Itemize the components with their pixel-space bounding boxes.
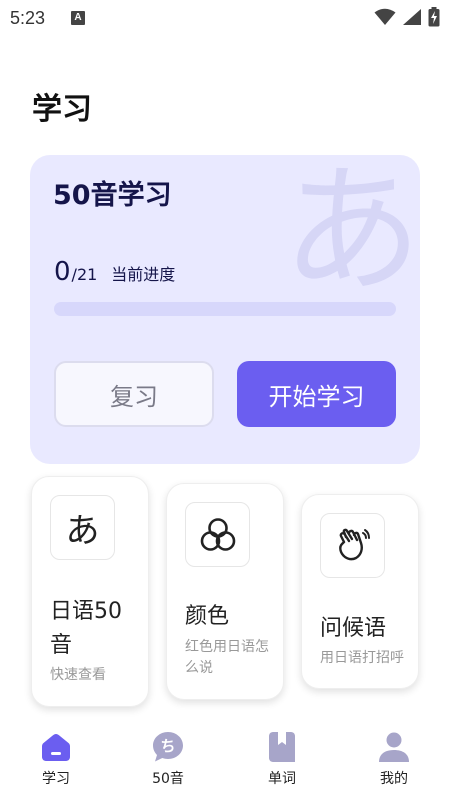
progress-total: /21 (71, 265, 98, 284)
kana-chi-glyph: ち (160, 737, 175, 755)
progress-current: 0 (54, 257, 71, 287)
feature-subtitle: 快速查看 (50, 667, 106, 683)
battery-icon (428, 7, 440, 27)
wifi-icon (374, 8, 396, 25)
kana-chi-icon: ち (151, 730, 185, 764)
feature-icon-box (320, 513, 385, 578)
progress-bar (54, 302, 396, 316)
feature-card-kana-chart[interactable]: あ 日语50音 快速查看 (31, 476, 149, 707)
feature-card-greetings[interactable]: 问候语 用日语打招呼 (301, 494, 419, 689)
feature-icon-box (185, 502, 250, 567)
nav-label: 学习 (42, 771, 70, 787)
review-button[interactable]: 复习 (54, 361, 214, 427)
status-bar: 5:23 A (0, 0, 450, 36)
status-notification-icon: A (71, 11, 85, 25)
hiragana-a-icon: あ (65, 511, 100, 551)
start-learning-button[interactable]: 开始学习 (237, 361, 396, 427)
bottom-navigation: 学习 ち 50音 单词 我的 (0, 722, 450, 800)
home-icon (39, 730, 73, 764)
feature-title: 日语50音 (50, 599, 122, 658)
page-title: 学习 (32, 92, 92, 127)
bookmark-book-icon (265, 730, 299, 764)
hiragana-watermark: あ (282, 155, 420, 313)
nav-item-study[interactable]: 学习 (16, 730, 96, 788)
feature-subtitle: 用日语打招呼 (320, 650, 404, 666)
waving-hand-icon (338, 528, 370, 560)
status-time: 5:23 (10, 8, 46, 28)
nav-label: 单词 (268, 771, 296, 787)
kana-study-card: あ 50音学习 0 /21 当前进度 复习 开始学习 (30, 155, 420, 464)
progress-label: 当前进度 (111, 265, 176, 284)
signal-icon (403, 9, 421, 25)
nav-item-kana[interactable]: ち 50音 (128, 730, 208, 788)
nav-item-profile[interactable]: 我的 (354, 730, 434, 788)
progress-text: 0 /21 当前进度 (54, 257, 175, 287)
nav-item-words[interactable]: 单词 (242, 730, 322, 788)
status-right (374, 6, 440, 28)
color-circles-icon (200, 517, 235, 551)
nav-label: 我的 (380, 771, 408, 787)
feature-subtitle: 红色用日语怎么说 (185, 639, 269, 676)
person-icon (377, 730, 411, 764)
feature-title: 颜色 (185, 604, 230, 629)
feature-card-colors[interactable]: 颜色 红色用日语怎么说 (166, 483, 284, 700)
hero-title: 50音学习 (53, 180, 172, 211)
nav-label: 50音 (152, 771, 184, 787)
feature-icon-box: あ (50, 495, 115, 560)
feature-title: 问候语 (320, 616, 387, 641)
